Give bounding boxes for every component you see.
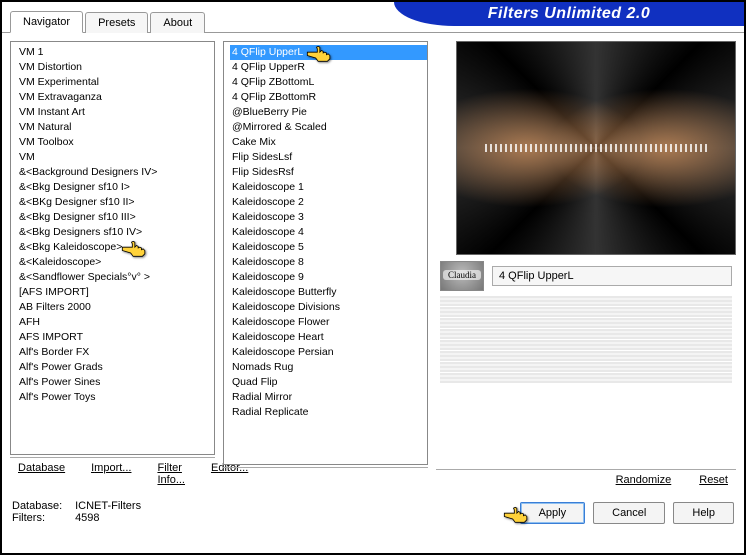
filter-item[interactable]: Kaleidoscope 9	[230, 270, 427, 285]
tab-navigator[interactable]: Navigator	[10, 11, 83, 33]
filter-item[interactable]: Kaleidoscope Persian	[230, 345, 427, 360]
category-item[interactable]: &<Background Designers IV>	[17, 165, 214, 180]
filter-item[interactable]: Quad Flip	[230, 375, 427, 390]
apply-button[interactable]: Apply	[520, 502, 586, 524]
cancel-button[interactable]: Cancel	[593, 502, 665, 524]
filter-item[interactable]: Kaleidoscope 2	[230, 195, 427, 210]
category-item[interactable]: VM 1	[17, 45, 214, 60]
filter-item[interactable]: Cake Mix	[230, 135, 427, 150]
filter-item[interactable]: Kaleidoscope 3	[230, 210, 427, 225]
filter-item[interactable]: Kaleidoscope Flower	[230, 315, 427, 330]
category-item[interactable]: VM Toolbox	[17, 135, 214, 150]
filter-item[interactable]: @Mirrored & Scaled	[230, 120, 427, 135]
category-item[interactable]: Alf's Power Toys	[17, 390, 214, 405]
category-item[interactable]: &<Kaleidoscope>	[17, 255, 214, 270]
filter-item[interactable]: Kaleidoscope 5	[230, 240, 427, 255]
filter-list[interactable]: 4 QFlip UpperL4 QFlip UpperR4 QFlip ZBot…	[223, 41, 428, 465]
filter-item[interactable]: Radial Mirror	[230, 390, 427, 405]
category-item[interactable]: VM Experimental	[17, 75, 214, 90]
filter-item[interactable]: Kaleidoscope Divisions	[230, 300, 427, 315]
filter-item[interactable]: Nomads Rug	[230, 360, 427, 375]
status-database-value: ICNET-Filters	[75, 500, 141, 512]
filter-item[interactable]: @BlueBerry Pie	[230, 105, 427, 120]
help-button[interactable]: Help	[673, 502, 734, 524]
preview-image	[456, 41, 736, 255]
tab-presets[interactable]: Presets	[85, 12, 148, 33]
link-randomize[interactable]: Randomize	[616, 474, 672, 486]
filter-item[interactable]: Kaleidoscope Butterfly	[230, 285, 427, 300]
filter-item[interactable]: Flip SidesLsf	[230, 150, 427, 165]
category-item[interactable]: AB Filters 2000	[17, 300, 214, 315]
category-item[interactable]: &<Bkg Kaleidoscope>	[17, 240, 214, 255]
category-item[interactable]: &<BKg Designer sf10 II>	[17, 195, 214, 210]
category-item[interactable]: VM Distortion	[17, 60, 214, 75]
category-item[interactable]: VM Extravaganza	[17, 90, 214, 105]
app-title-banner: Filters Unlimited 2.0	[394, 2, 744, 26]
category-item[interactable]: &<Bkg Designer sf10 I>	[17, 180, 214, 195]
filter-item[interactable]: 4 QFlip ZBottomR	[230, 90, 427, 105]
filter-item[interactable]: Kaleidoscope 1	[230, 180, 427, 195]
status-filter-count: 4598	[75, 512, 99, 524]
category-item[interactable]: Alf's Power Grads	[17, 360, 214, 375]
category-item[interactable]: &<Bkg Designers sf10 IV>	[17, 225, 214, 240]
link-import[interactable]: Import...	[91, 462, 131, 486]
category-item[interactable]: Alf's Border FX	[17, 345, 214, 360]
category-item[interactable]: AFS IMPORT	[17, 330, 214, 345]
category-item[interactable]: Alf's Power Sines	[17, 375, 214, 390]
filter-item[interactable]: Flip SidesRsf	[230, 165, 427, 180]
filter-category-list[interactable]: VM 1VM DistortionVM ExperimentalVM Extra…	[10, 41, 215, 455]
link-reset[interactable]: Reset	[699, 474, 728, 486]
category-item[interactable]: &<Bkg Designer sf10 III>	[17, 210, 214, 225]
category-item[interactable]: VM Instant Art	[17, 105, 214, 120]
link-filterinfo[interactable]: Filter Info...	[157, 462, 185, 486]
filter-item[interactable]: Radial Replicate	[230, 405, 427, 420]
filter-item[interactable]: 4 QFlip UpperR	[230, 60, 427, 75]
category-item[interactable]: VM Natural	[17, 120, 214, 135]
selected-filter-name: 4 QFlip UpperL	[492, 266, 732, 286]
filter-item[interactable]: 4 QFlip ZBottomL	[230, 75, 427, 90]
status-bar: Database: ICNET-Filters Filters: 4598	[12, 500, 141, 524]
filter-item[interactable]: Kaleidoscope 8	[230, 255, 427, 270]
filter-item[interactable]: Kaleidoscope 4	[230, 225, 427, 240]
tab-about[interactable]: About	[150, 12, 205, 33]
filter-logo: Claudia	[440, 261, 484, 291]
filter-item[interactable]: 4 QFlip UpperL	[230, 45, 427, 60]
main-navigator-panel: VM 1VM DistortionVM ExperimentalVM Extra…	[2, 32, 744, 494]
category-item[interactable]: AFH	[17, 315, 214, 330]
category-item[interactable]: VM	[17, 150, 214, 165]
filter-item[interactable]: Kaleidoscope Heart	[230, 330, 427, 345]
tab-bar: NavigatorPresetsAbout	[2, 7, 215, 33]
category-item[interactable]: &<Sandflower Specials°v° >	[17, 270, 214, 285]
category-item[interactable]: [AFS IMPORT]	[17, 285, 214, 300]
link-database[interactable]: Database	[18, 462, 65, 486]
